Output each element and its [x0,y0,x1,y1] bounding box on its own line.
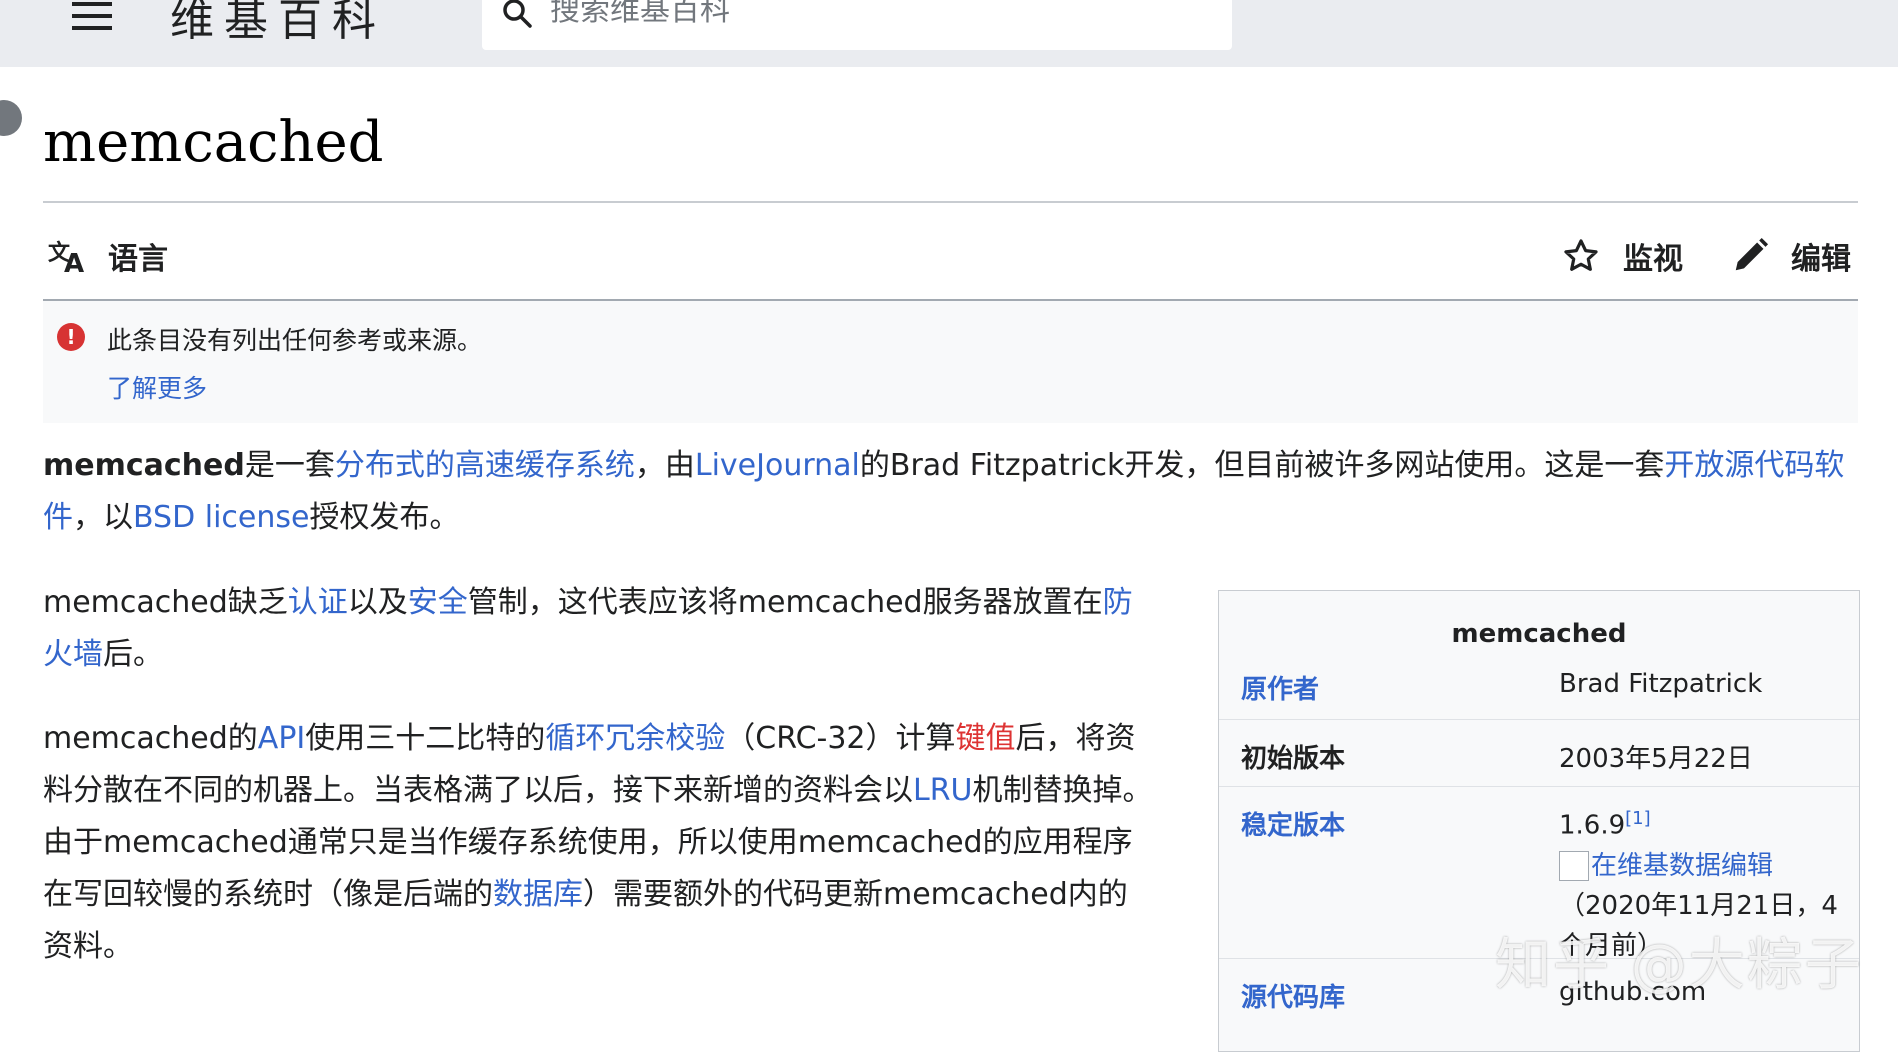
api-paragraph: memcached的API使用三十二比特的循环冗余校验（CRC-32）计算键值后… [43,713,1153,973]
learn-more-link[interactable]: 了解更多 [107,369,207,405]
infobox-label-author[interactable]: 原作者 [1241,669,1319,706]
hamburger-menu-icon[interactable] [72,2,112,30]
infobox-value-author[interactable]: Brad Fitzpatrick [1559,669,1762,699]
search-icon [503,0,532,28]
site-logo[interactable]: 维基百科 [170,0,386,48]
text-span: 授权发布。 [309,500,460,535]
error-icon: ! [57,323,85,351]
infobox-title: memcached [1451,619,1627,649]
text-span: ，以 [73,500,133,535]
language-button[interactable]: 文 A 语言 [48,234,168,278]
title-divider [43,201,1858,203]
star-icon [1564,239,1598,271]
infobox-label-stable-release[interactable]: 稳定版本 [1241,805,1345,842]
watch-label: 监视 [1623,242,1683,277]
link-livejournal[interactable]: LiveJournal [695,448,860,483]
side-toggle-dot[interactable] [0,100,22,136]
infobox-label-initial-release: 初始版本 [1241,744,1346,774]
text-span: ，由 [634,448,695,483]
text-span: 使用三十二比特的 [305,721,546,756]
text-span: 后。 [103,637,163,672]
text-span: 以及 [347,585,408,620]
language-icon: 文 A [48,240,84,274]
link-database[interactable]: 数据库 [493,877,583,912]
link-distributed-cache[interactable]: 分布式的高速缓存系统 [335,448,635,483]
link-api[interactable]: API [258,721,305,756]
text-span: memcached的 [43,721,258,756]
stable-version: 1.6.9 [1559,810,1626,841]
reference-link[interactable]: [1] [1625,808,1651,829]
page-title: memcached [43,110,384,175]
no-references-notice: ! 此条目没有列出任何参考或来源。 了解更多 [43,301,1858,423]
watermark: 知乎 @大粽子 [1495,933,1863,998]
search-input[interactable] [550,0,1200,30]
infobox-row-author: 原作者 Brad Fitzpatrick [1219,653,1859,719]
edit-button[interactable]: 编辑 [1731,234,1851,278]
link-lru[interactable]: LRU [913,773,973,808]
wikidata-edit-link[interactable]: 在维基数据编辑 [1591,851,1773,881]
site-header: 维基百科 [0,0,1898,67]
notice-message: 此条目没有列出任何参考或来源。 [107,326,483,355]
link-bsd-license[interactable]: BSD license [133,500,309,535]
link-crc[interactable]: 循环冗余校验 [545,721,725,756]
stable-version-line: 1.6.9[1] [1559,799,1849,846]
infobox-row-initial-release: 初始版本 2003年5月22日 [1219,719,1859,787]
svg-text:A: A [64,249,84,274]
edit-label: 编辑 [1791,242,1851,277]
link-security[interactable]: 安全 [408,585,468,620]
language-label: 语言 [108,242,168,277]
link-authentication[interactable]: 认证 [288,585,348,620]
redlink-key-value[interactable]: 键值 [956,721,1016,756]
text-span: 的Brad Fitzpatrick开发，但目前被许多网站使用。这是一套 [859,448,1665,483]
wikidata-broken-image-icon [1559,851,1589,882]
page-tools: 文 A 语言 监视 编辑 [43,224,1858,284]
search-box[interactable] [482,0,1232,50]
infobox-value-initial-release: 2003年5月22日 [1559,744,1753,774]
security-paragraph: memcached缺乏认证以及安全管制，这代表应该将memcached服务器放置… [43,577,1153,681]
bold-term: memcached [43,448,245,483]
watch-button[interactable]: 监视 [1561,234,1683,278]
infobox-label-repository[interactable]: 源代码库 [1241,977,1345,1014]
wikidata-edit-line: 在维基数据编辑 [1559,846,1849,886]
text-span: （CRC-32）计算 [725,721,956,756]
pencil-icon [1735,237,1769,271]
text-span: 是一套 [244,448,335,483]
text-span: 管制，这代表应该将memcached服务器放置在 [467,585,1103,620]
text-span: memcached缺乏 [43,585,288,620]
intro-paragraph: memcached是一套分布式的高速缓存系统，由LiveJournal的Brad… [43,440,1863,544]
